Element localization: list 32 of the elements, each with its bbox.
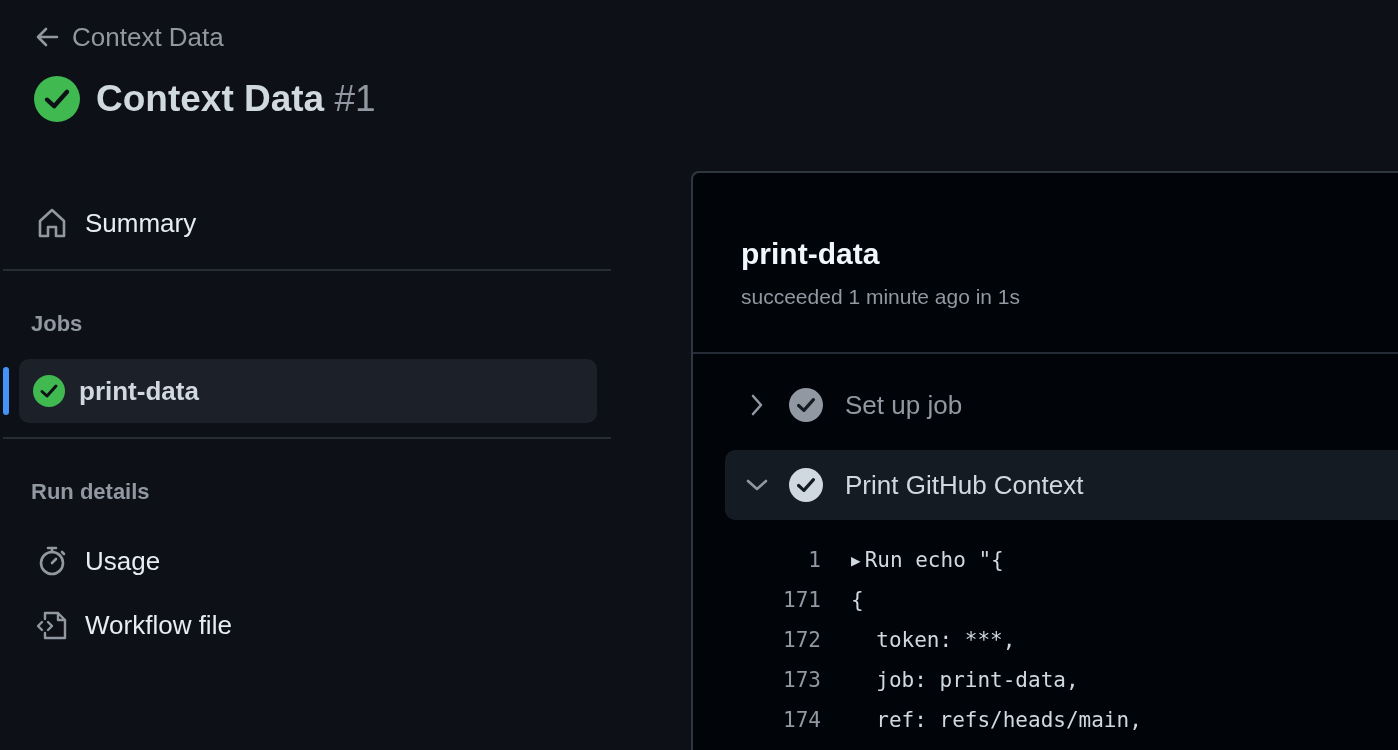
page-title: Context Data #1 xyxy=(96,78,376,120)
line-number: 172 xyxy=(782,628,822,652)
line-number: 171 xyxy=(782,588,822,612)
job-title: print-data xyxy=(741,237,881,271)
job-status-text: succeeded 1 minute ago in 1s xyxy=(741,285,1022,309)
arrow-left-icon xyxy=(34,26,60,48)
chevron-right-icon xyxy=(750,394,764,416)
back-link[interactable]: Context Data xyxy=(34,20,224,54)
chevron-down-icon xyxy=(746,478,768,492)
check-circle-icon xyxy=(789,468,823,502)
log-line: ▶ Run echo "{ xyxy=(851,548,1004,572)
sidebar-item[interactable]: Workflow file xyxy=(3,593,611,657)
section-heading: Jobs xyxy=(30,310,84,338)
job-item[interactable]: print-data xyxy=(19,359,597,423)
line-number: 1 xyxy=(807,548,822,572)
log-line: ref: refs/heads/main, xyxy=(875,708,1142,732)
code-file-icon xyxy=(35,609,69,641)
section-heading: Run details xyxy=(30,478,151,506)
log-line: job: print-data, xyxy=(875,668,1079,692)
log-line: token: ***, xyxy=(875,628,1016,652)
line-number: 174 xyxy=(782,708,822,732)
check-circle-icon xyxy=(34,76,80,122)
sidebar-item[interactable]: Summary xyxy=(3,191,611,255)
check-circle-icon xyxy=(33,375,65,407)
stopwatch-icon xyxy=(37,545,67,577)
check-circle-icon xyxy=(789,388,823,422)
step-row[interactable]: Set up job xyxy=(725,370,1398,440)
sidebar-item[interactable]: Usage xyxy=(3,529,611,593)
home-icon xyxy=(37,207,67,239)
step-row[interactable]: Print GitHub Context xyxy=(725,450,1398,520)
line-number: 173 xyxy=(782,668,822,692)
log-line: { xyxy=(851,588,864,612)
